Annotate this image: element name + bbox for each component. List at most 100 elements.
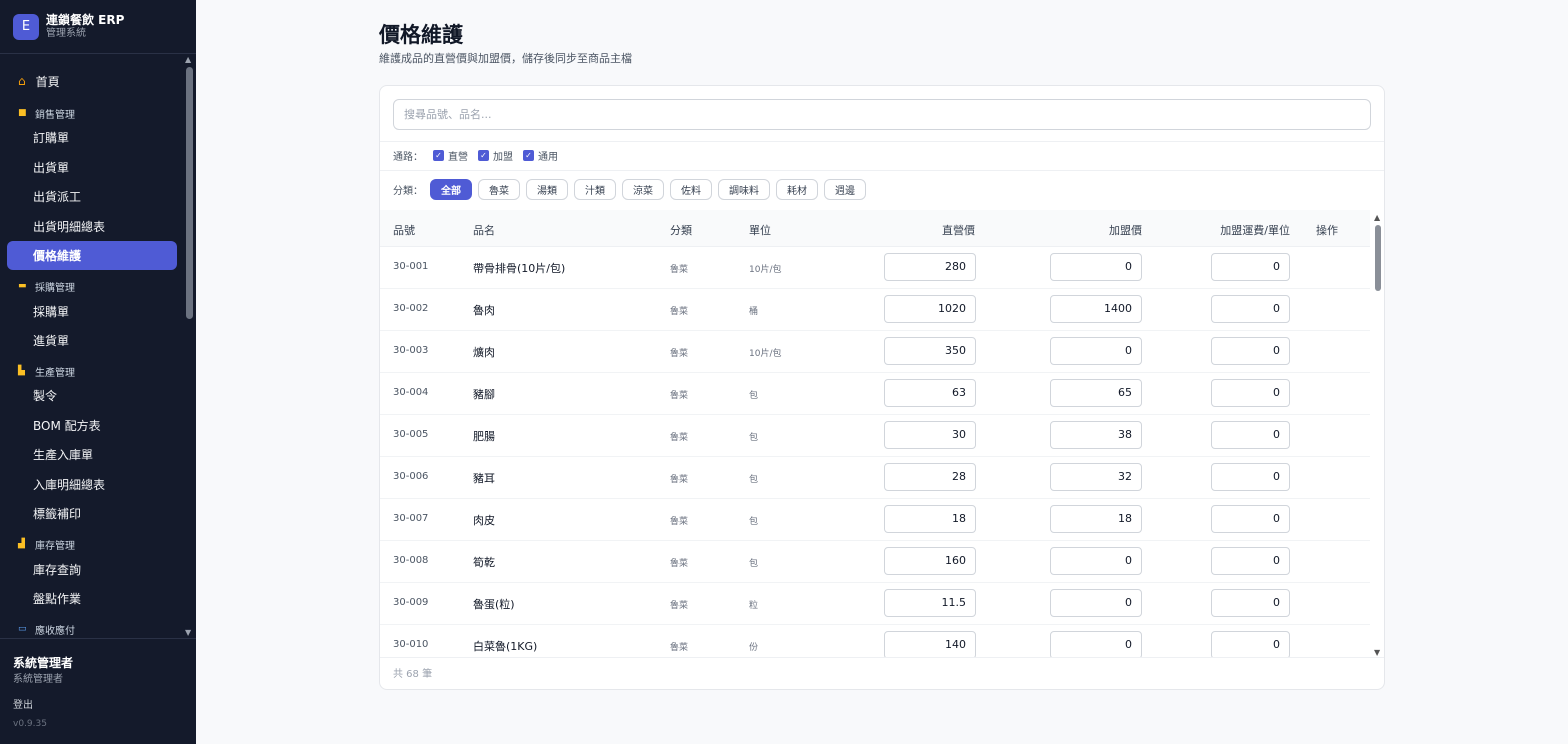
table-scroll-thumb[interactable] [1375,225,1381,291]
direct-price-input[interactable]: 1020 [884,295,976,323]
cell-code: 30-001 [393,261,429,272]
channel-checkbox-franchise[interactable]: ✓ 加盟 [478,148,513,163]
table-row: 30-004 豬腳 魯菜 包 63 65 0 [380,373,1370,415]
category-chip[interactable]: 汁類 [574,179,616,200]
search-input[interactable] [393,99,1371,130]
table-row: 30-003 爌肉 魯菜 10片/包 350 0 0 [380,331,1370,373]
scroll-up-icon[interactable]: ▲ [185,55,191,64]
column-header-unit[interactable]: 單位 [749,222,771,238]
sidebar-section-inventory[interactable]: ▟ 庫存管理 [18,537,75,552]
direct-price-input[interactable]: 11.5 [884,589,976,617]
sidebar-item-stock-query[interactable]: 庫存查詢 [33,561,81,577]
category-chip[interactable]: 魯菜 [478,179,520,200]
scroll-down-icon[interactable]: ▼ [185,628,191,637]
column-header-franchise-price[interactable]: 加盟價 [1109,222,1142,238]
checkbox-checked-icon: ✓ [523,149,534,161]
sidebar-scrollbar[interactable]: ▲ ▼ [184,55,196,637]
scroll-down-icon[interactable]: ▼ [1374,648,1380,657]
cell-category: 魯菜 [670,517,689,527]
sidebar-item-label: 首頁 [35,74,60,89]
shipping-input[interactable]: 0 [1211,379,1290,407]
cell-category: 魯菜 [670,559,689,569]
category-chip[interactable]: 週邊 [824,179,866,200]
sidebar-section-purchasing[interactable]: ▬ 採購管理 [18,279,75,294]
sidebar-item-purchase[interactable]: 採購單 [33,303,69,319]
franchise-price-input[interactable]: 0 [1050,631,1142,657]
cell-name: 爌肉 [473,346,495,359]
table-row: 30-005 肥腸 魯菜 包 30 38 0 [380,415,1370,457]
table-scrollbar[interactable]: ▲ ▼ [1373,213,1383,657]
shipping-input[interactable]: 0 [1211,295,1290,323]
sidebar-item-bom[interactable]: BOM 配方表 [33,417,101,433]
shipping-input[interactable]: 0 [1211,337,1290,365]
sidebar-item-label-reprint[interactable]: 標籤補印 [33,505,81,521]
shipping-input[interactable]: 0 [1211,463,1290,491]
cell-name: 魯蛋(粒) [473,598,515,611]
sidebar-item-work-order[interactable]: 製令 [33,387,57,403]
sidebar-item-home[interactable]: ⌂ 首頁 [18,72,60,90]
brand: E 連鎖餐飲 ERP 管理系統 [0,0,196,54]
franchise-price-input[interactable]: 1400 [1050,295,1142,323]
cell-unit: 10片/包 [749,349,782,359]
page-title: 價格維護 [379,23,463,47]
franchise-price-input[interactable]: 0 [1050,253,1142,281]
franchise-price-input[interactable]: 18 [1050,505,1142,533]
sidebar-item-dispatch[interactable]: 出貨派工 [33,188,81,204]
category-chip[interactable]: 湯類 [526,179,568,200]
column-header-category[interactable]: 分類 [670,222,692,238]
direct-price-input[interactable]: 28 [884,463,976,491]
franchise-price-input[interactable]: 32 [1050,463,1142,491]
sidebar-section-sales[interactable]: ■ 銷售管理 [18,106,75,121]
cell-code: 30-010 [393,639,429,650]
logout-link[interactable]: 登出 [13,696,33,711]
table-row: 30-010 白菜魯(1KG) 魯菜 份 140 0 0 [380,625,1370,657]
sidebar-section-production[interactable]: ▙ 生產管理 [18,364,75,379]
column-header-name[interactable]: 品名 [473,222,495,238]
category-chip[interactable]: 調味料 [718,179,770,200]
cell-code: 30-006 [393,471,429,482]
column-header-code[interactable]: 品號 [393,222,415,238]
brand-logo: E [13,13,39,40]
category-chip-all[interactable]: 全部 [430,179,472,200]
direct-price-input[interactable]: 160 [884,547,976,575]
direct-price-input[interactable]: 140 [884,631,976,657]
direct-price-input[interactable]: 30 [884,421,976,449]
shipping-input[interactable]: 0 [1211,547,1290,575]
sidebar-item-shipment-summary[interactable]: 出貨明細總表 [33,218,105,234]
sidebar-item-receiving[interactable]: 進貨單 [33,332,69,348]
user-name: 系統管理者 [13,656,74,670]
franchise-price-input[interactable]: 38 [1050,421,1142,449]
scroll-up-icon[interactable]: ▲ [1374,213,1380,222]
cell-category: 魯菜 [670,601,689,611]
direct-price-input[interactable]: 350 [884,337,976,365]
shipping-input[interactable]: 0 [1211,631,1290,657]
direct-price-input[interactable]: 18 [884,505,976,533]
column-header-franchise-shipping[interactable]: 加盟運費/單位 [1220,222,1290,238]
channel-checkbox-direct[interactable]: ✓ 直營 [433,148,468,163]
sidebar-item-shipment[interactable]: 出貨單 [33,159,69,175]
category-chip[interactable]: 佐料 [670,179,712,200]
sidebar-item-purchase-order[interactable]: 訂購單 [33,129,69,145]
sidebar-item-stocktake[interactable]: 盤點作業 [33,590,81,606]
category-chip[interactable]: 涼菜 [622,179,664,200]
direct-price-input[interactable]: 63 [884,379,976,407]
sidebar-item-receipt-summary[interactable]: 入庫明細總表 [33,476,105,492]
sidebar-section-ar-ap[interactable]: ▭ 應收應付 [18,622,75,637]
shipping-input[interactable]: 0 [1211,421,1290,449]
shipping-input[interactable]: 0 [1211,253,1290,281]
sidebar-scroll-thumb[interactable] [186,67,193,319]
franchise-price-input[interactable]: 0 [1050,337,1142,365]
column-header-direct-price[interactable]: 直營價 [942,222,975,238]
channel-filter: 通路： ✓ 直營 ✓ 加盟 ✓ 通用 [393,147,558,163]
category-chip[interactable]: 耗材 [776,179,818,200]
shipping-input[interactable]: 0 [1211,589,1290,617]
shipping-input[interactable]: 0 [1211,505,1290,533]
direct-price-input[interactable]: 280 [884,253,976,281]
franchise-price-input[interactable]: 65 [1050,379,1142,407]
franchise-price-input[interactable]: 0 [1050,589,1142,617]
cell-name: 白菜魯(1KG) [473,640,538,653]
channel-checkbox-general[interactable]: ✓ 通用 [523,148,558,163]
sidebar-item-production-receipt[interactable]: 生產入庫單 [33,446,93,462]
franchise-price-input[interactable]: 0 [1050,547,1142,575]
sidebar-item-price-maintenance[interactable]: 價格維護 [7,241,177,270]
